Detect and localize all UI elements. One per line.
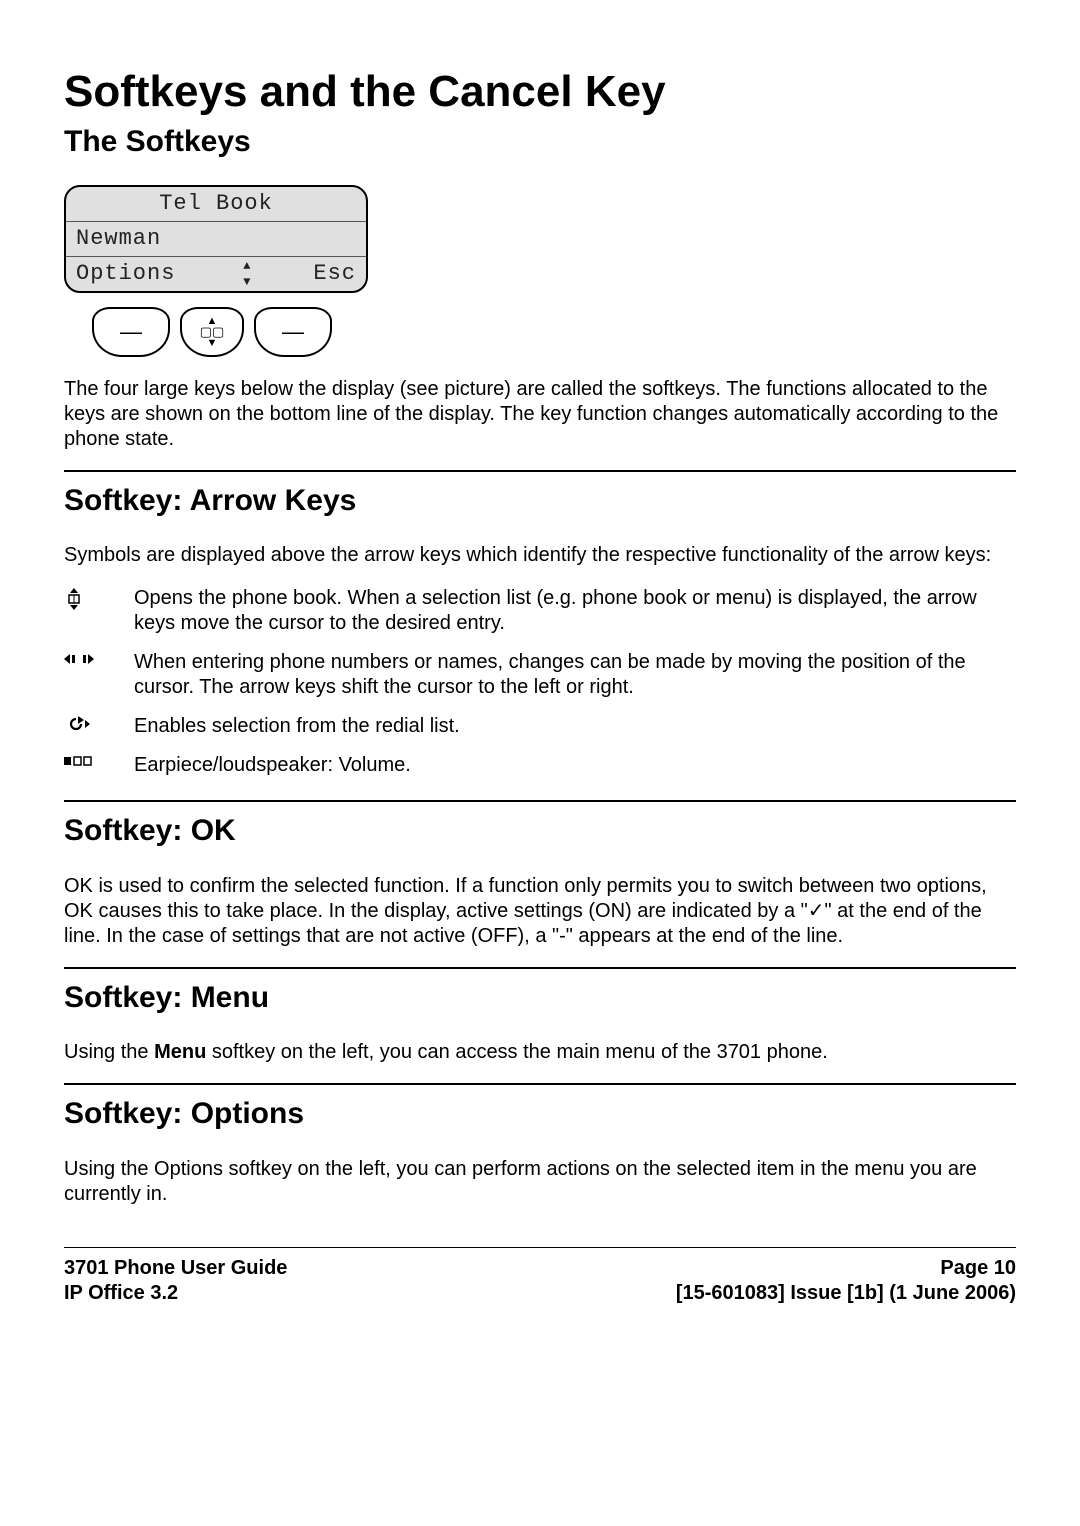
menu-body: Using the Menu softkey on the left, you …	[64, 1040, 1016, 1065]
list-item: Opens the phone book. When a selection l…	[64, 586, 1016, 636]
list-item-text: Enables selection from the redial list.	[134, 714, 1016, 739]
section-heading-arrow: Softkey: Arrow Keys	[64, 482, 1016, 520]
lcd-right-softkey: Esc	[313, 260, 356, 288]
section-heading-ok: Softkey: OK	[64, 812, 1016, 850]
lcd-softkey-row: Options ▲ ▼ Esc	[66, 257, 366, 291]
redial-icon	[64, 714, 98, 732]
lcd-left-softkey: Options	[76, 260, 175, 288]
list-item-text: When entering phone numbers or names, ch…	[134, 650, 1016, 700]
right-softkey-button: —	[254, 307, 332, 357]
section-divider	[64, 470, 1016, 472]
footer-divider	[64, 1247, 1016, 1248]
list-item: Enables selection from the redial list.	[64, 714, 1016, 739]
book-icon: ▢▢	[200, 327, 225, 337]
down-arrow-icon: ▼	[207, 338, 218, 348]
section-divider	[64, 800, 1016, 802]
section-divider	[64, 1083, 1016, 1085]
lcd-entry-row: Newman	[66, 222, 366, 257]
menu-body-suffix: softkey on the left, you can access the …	[206, 1041, 828, 1063]
document-page: Softkeys and the Cancel Key The Softkeys…	[0, 0, 1080, 1346]
hardware-keys-row: — ▲ ▢▢ ▼ —	[92, 307, 1016, 357]
footer-left-1: 3701 Phone User Guide	[64, 1256, 287, 1281]
section-heading-softkeys: The Softkeys	[64, 123, 1016, 161]
footer-right-2: [15-601083] Issue [1b] (1 June 2006)	[676, 1281, 1016, 1306]
menu-body-bold: Menu	[154, 1041, 206, 1063]
arrow-icon-list: Opens the phone book. When a selection l…	[64, 586, 1016, 778]
page-title: Softkeys and the Cancel Key	[64, 64, 1016, 119]
lcd-title-row: Tel Book	[66, 187, 366, 222]
section-divider	[64, 967, 1016, 969]
page-footer: 3701 Phone User Guide Page 10 IP Office …	[64, 1247, 1016, 1306]
section-heading-menu: Softkey: Menu	[64, 979, 1016, 1017]
footer-right-1: Page 10	[940, 1256, 1016, 1281]
lcd-title: Tel Book	[159, 190, 273, 218]
arrow-intro: Symbols are displayed above the arrow ke…	[64, 543, 1016, 568]
list-item: When entering phone numbers or names, ch…	[64, 650, 1016, 700]
cursor-lr-icon	[64, 650, 98, 666]
options-body: Using the Options softkey on the left, y…	[64, 1157, 1016, 1207]
list-item-text: Earpiece/loudspeaker: Volume.	[134, 753, 1016, 778]
ok-body: OK is used to confirm the selected funct…	[64, 874, 1016, 949]
list-item: Earpiece/loudspeaker: Volume.	[64, 753, 1016, 778]
footer-left-2: IP Office 3.2	[64, 1281, 178, 1306]
lcd-display: Tel Book Newman Options ▲ ▼ Esc	[64, 185, 368, 293]
list-item-text: Opens the phone book. When a selection l…	[134, 586, 1016, 636]
lcd-entry: Newman	[76, 225, 161, 253]
softkey-illustration: Tel Book Newman Options ▲ ▼ Esc — ▲ ▢▢ ▼…	[64, 185, 1016, 357]
menu-body-prefix: Using the	[64, 1041, 154, 1063]
softkeys-body: The four large keys below the display (s…	[64, 377, 1016, 452]
phonebook-arrows-icon	[64, 586, 98, 610]
lcd-arrow-indicator-icon: ▲ ▼	[243, 262, 251, 286]
left-softkey-button: —	[92, 307, 170, 357]
arrow-nav-button: ▲ ▢▢ ▼	[180, 307, 244, 357]
section-heading-options: Softkey: Options	[64, 1095, 1016, 1133]
volume-bar-icon	[64, 753, 98, 767]
